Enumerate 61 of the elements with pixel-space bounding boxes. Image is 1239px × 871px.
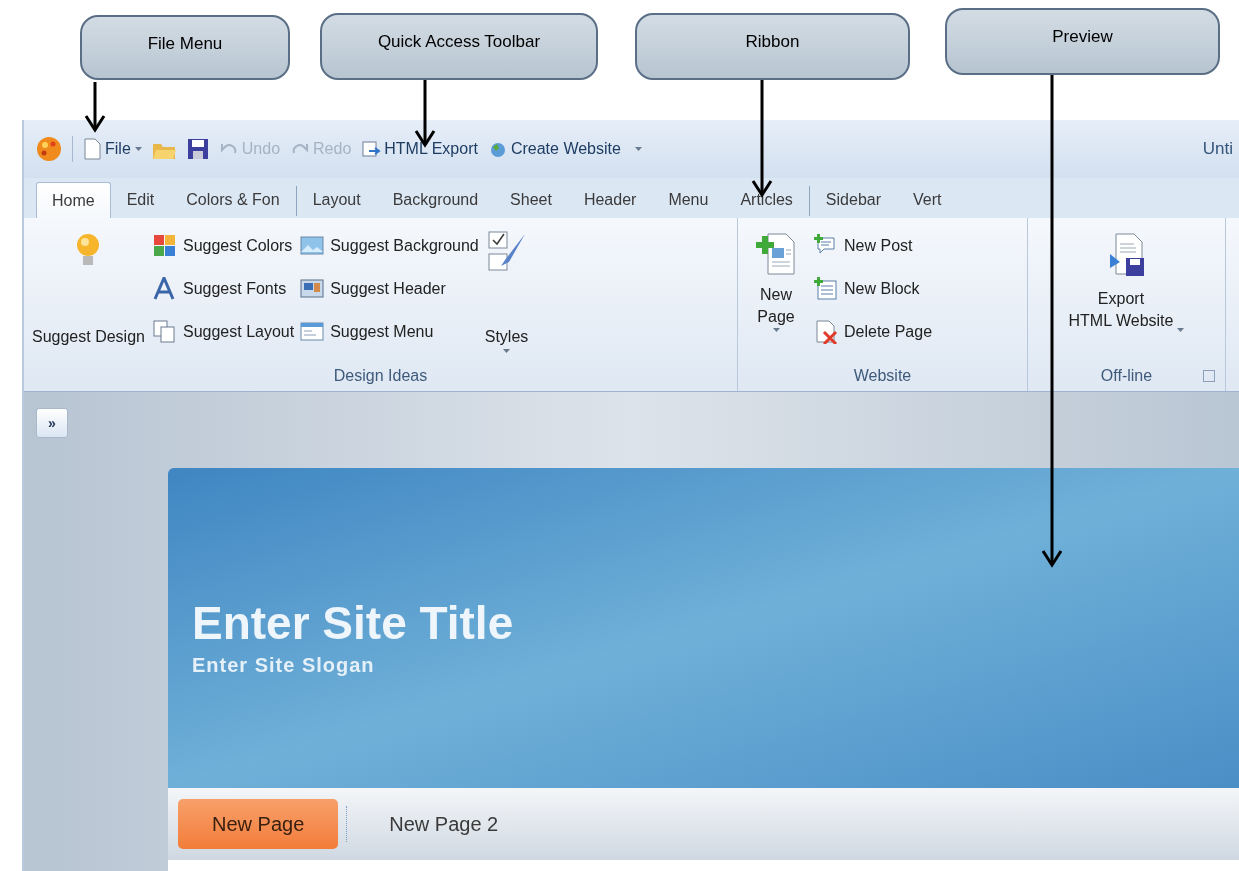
ribbon-tab[interactable]: Articles — [724, 182, 809, 218]
callout: File Menu — [80, 15, 290, 80]
letter-icon — [152, 276, 177, 301]
ribbon-tab[interactable]: Layout — [296, 182, 377, 218]
group-label: Off-line — [1034, 361, 1219, 391]
ribbon-tab[interactable]: Sheet — [494, 182, 568, 218]
website-action-button[interactable]: New Post — [814, 226, 933, 265]
ribbon-tab[interactable]: Background — [376, 182, 495, 218]
ribbon-tab[interactable]: Home — [36, 182, 111, 218]
group-label: Website — [852, 366, 913, 386]
ribbon-tab[interactable]: Menu — [652, 182, 725, 218]
header-image-icon — [300, 276, 325, 301]
site-menu-item[interactable]: New Page — [178, 799, 339, 849]
create-website-button[interactable]: Create Website — [487, 137, 642, 161]
site-menu-item[interactable]: New Page 2 — [355, 799, 533, 849]
picture-icon — [300, 233, 325, 258]
caret-icon — [772, 328, 780, 332]
window-title: Unti — [1202, 138, 1233, 161]
ribbon-tab[interactable]: Vert — [897, 182, 958, 218]
caret-icon — [1177, 328, 1185, 332]
save-button[interactable] — [186, 138, 209, 160]
expand-button[interactable]: » — [36, 408, 68, 438]
callout: Ribbon — [635, 13, 910, 80]
new-document-icon — [756, 232, 796, 276]
html-export-button[interactable]: HTML Export — [361, 137, 478, 161]
site-slogan: Enter Site Slogan — [192, 653, 376, 678]
suggest-button[interactable]: Suggest Fonts — [152, 269, 295, 308]
suggest-button[interactable]: Suggest Colors — [152, 226, 295, 265]
site-title: Enter Site Title — [192, 596, 515, 650]
file-menu-button[interactable]: File — [83, 137, 142, 161]
caret-icon — [634, 147, 642, 151]
suggest-button[interactable]: Suggest Header — [300, 269, 479, 308]
caret-icon — [503, 349, 510, 353]
palette-icon — [36, 136, 62, 162]
styles-button[interactable]: Styles — [484, 226, 529, 361]
website-action-button[interactable]: Delete Page — [814, 312, 933, 351]
ribbon-tab[interactable]: Header — [567, 182, 653, 218]
suggest-button[interactable]: Suggest Background — [300, 226, 479, 265]
block-icon — [814, 276, 838, 301]
ribbon-tab[interactable]: Sidebar — [809, 182, 897, 218]
arrow — [84, 82, 106, 133]
ribbon-tab[interactable]: Edit — [110, 182, 171, 218]
callout: Quick Access Toolbar — [320, 13, 598, 80]
caret-icon — [134, 147, 142, 151]
group-label: Design Ideas — [332, 366, 429, 386]
suggest-design-button[interactable]: Suggest Design — [30, 226, 147, 361]
ribbon-tab[interactable]: Colors & Fon — [170, 182, 296, 218]
website-action-button[interactable]: New Block — [814, 269, 933, 308]
new-page-button[interactable]: New Page — [744, 226, 808, 361]
suggest-button[interactable]: Suggest Layout — [152, 312, 295, 351]
document-icon — [83, 138, 101, 160]
menu-window-icon — [300, 319, 325, 344]
color-grid-icon — [152, 233, 177, 258]
callout: Preview — [945, 8, 1220, 75]
export-html-website-button[interactable]: Export HTML Website — [1068, 226, 1185, 361]
suggest-button[interactable]: Suggest Menu — [300, 312, 479, 351]
dialog-launcher-button[interactable] — [1203, 370, 1215, 382]
delete-document-icon — [814, 319, 838, 344]
layout-icon — [152, 319, 177, 344]
checkbox-brush-icon — [486, 230, 527, 272]
html-export-icon — [361, 141, 382, 157]
